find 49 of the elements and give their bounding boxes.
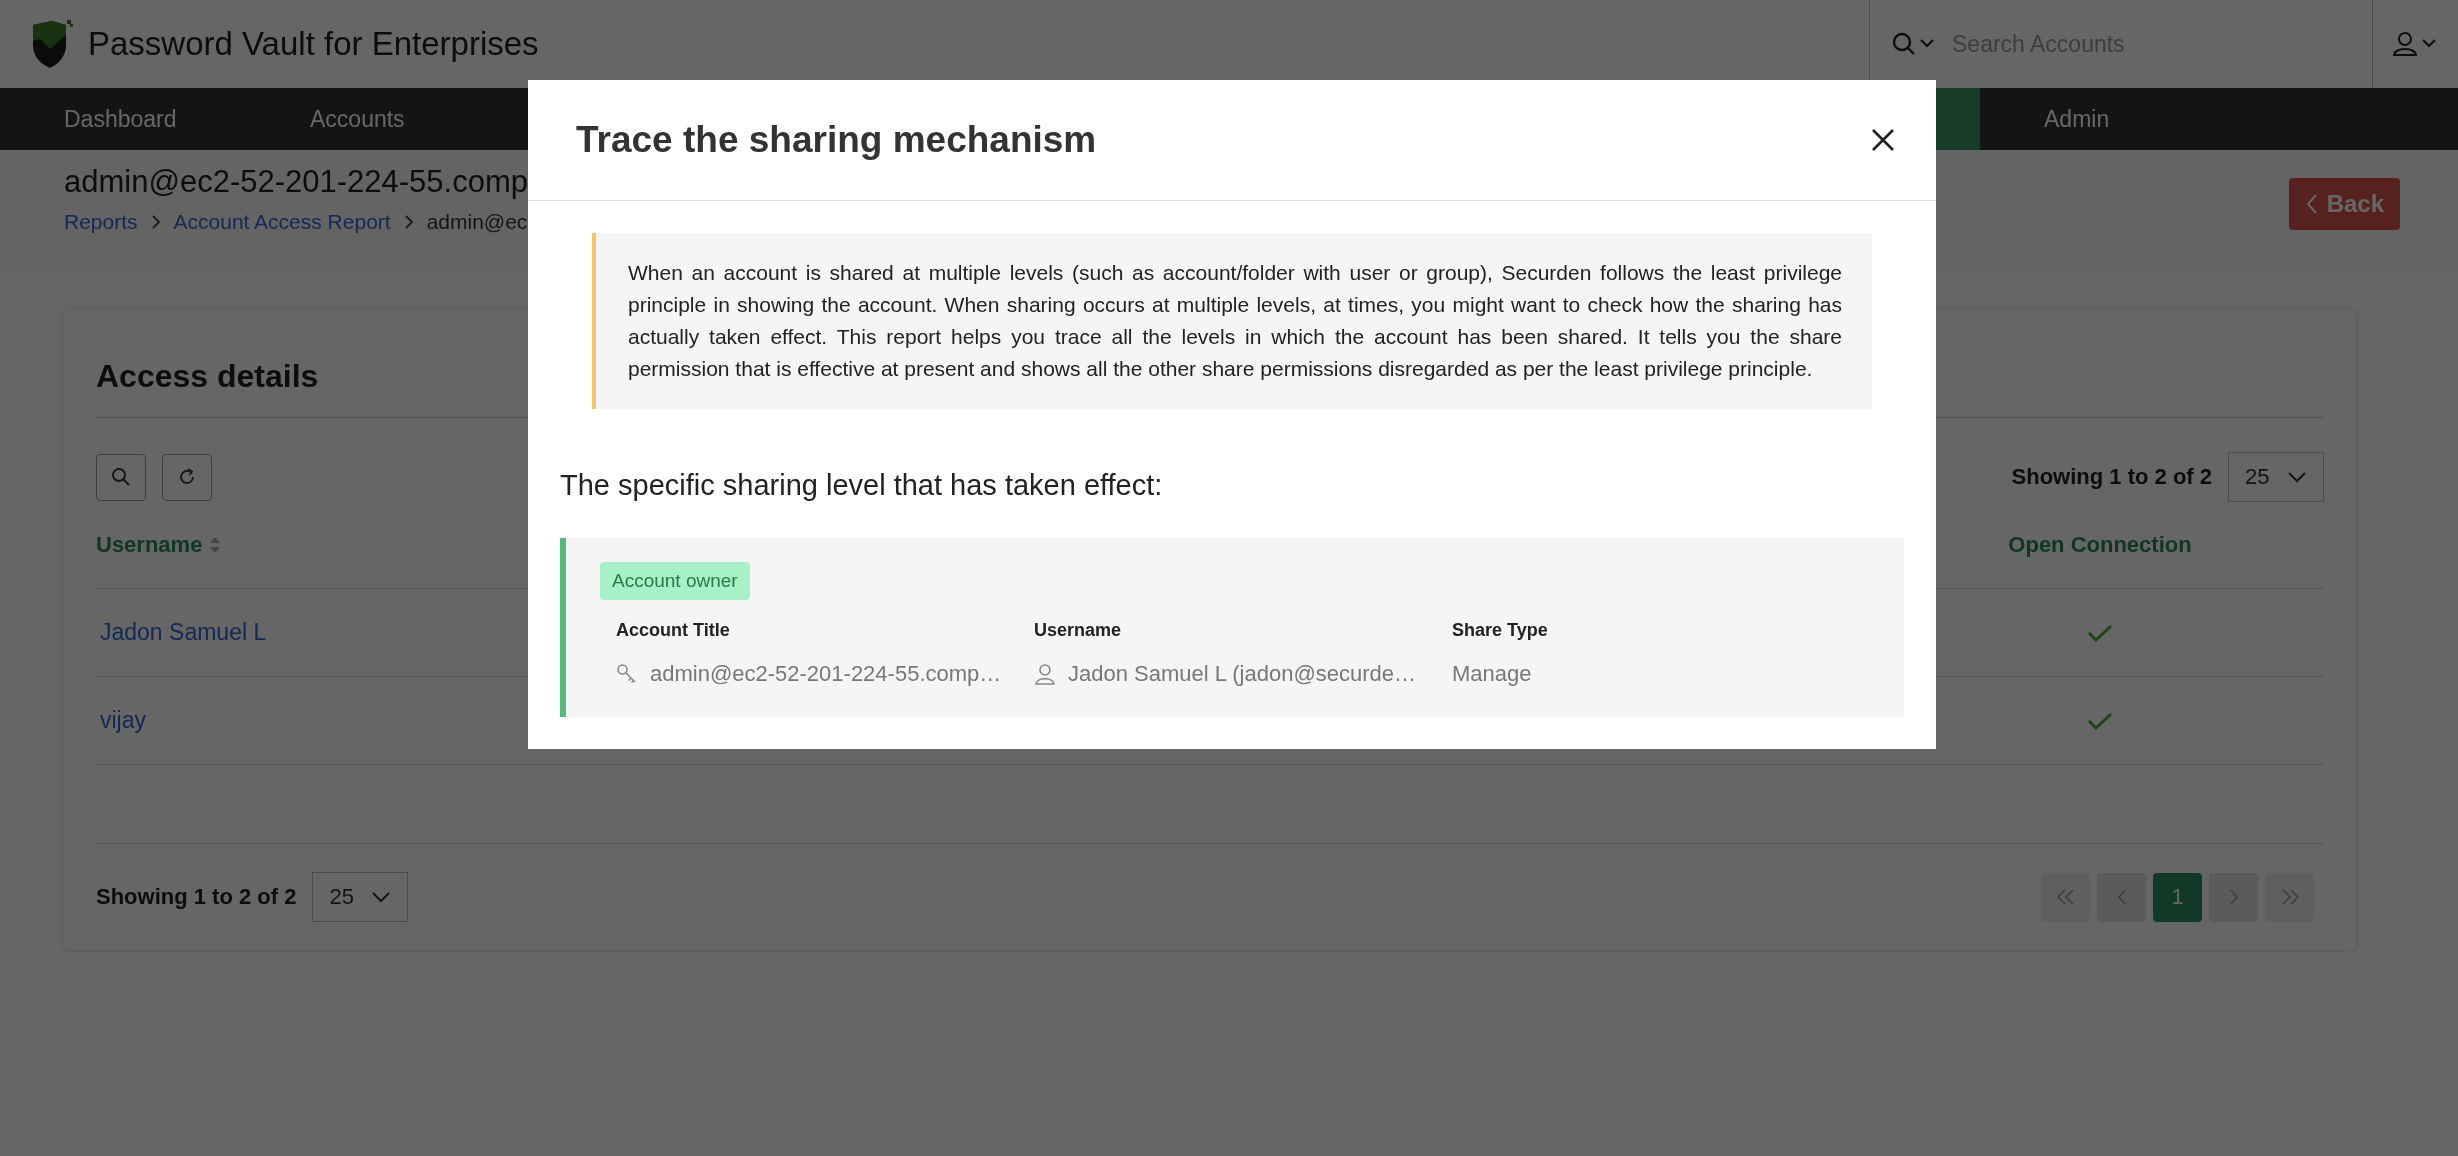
field-value: admin@ec2-52-201-224-55.comp… — [650, 661, 1002, 687]
chevron-right-icon — [2227, 888, 2240, 906]
user-icon — [1034, 663, 1056, 685]
nav-tab[interactable]: Accounts — [246, 88, 492, 150]
field-label: Account Title — [616, 620, 731, 641]
card-title: Access details — [96, 358, 319, 395]
sort-icon — [208, 535, 223, 555]
first-page-button[interactable] — [2041, 872, 2090, 922]
breadcrumb-current: admin@ec — [426, 210, 528, 234]
username-link[interactable]: vijay — [96, 707, 146, 734]
field-value: Manage — [1452, 661, 1532, 687]
chevron-right-icon — [149, 213, 162, 231]
column-header[interactable]: Open Connection — [1950, 532, 2250, 558]
double-chevron-left-icon — [2054, 888, 2077, 906]
chevron-right-icon — [402, 213, 415, 231]
chevron-left-icon — [2304, 193, 2319, 215]
chevron-down-icon — [2287, 471, 2307, 483]
field-label: Username — [1034, 620, 1123, 641]
close-icon — [1870, 127, 1896, 153]
results-summary: Showing 1 to 2 of 2 — [2011, 464, 2212, 490]
owner-badge: Account owner — [600, 562, 750, 600]
page-number-button[interactable]: 1 — [2153, 872, 2202, 922]
shield-logo-icon — [30, 19, 74, 69]
section-heading: The specific sharing level that has taken effect: — [560, 469, 1164, 502]
back-button[interactable]: Back — [2288, 178, 2400, 230]
chevron-down-icon — [371, 891, 392, 903]
page-size-select[interactable]: 25 — [2228, 452, 2324, 502]
last-page-button[interactable] — [2265, 872, 2314, 922]
username-link[interactable]: Jadon Samuel L — [96, 619, 267, 646]
nav-tab[interactable]: Admin — [1980, 88, 2226, 150]
nav-tab[interactable]: Dashboard — [0, 88, 246, 150]
chevron-left-icon — [2115, 888, 2128, 906]
key-icon — [616, 663, 638, 685]
refresh-icon — [177, 467, 197, 487]
field-label: Share Type — [1452, 620, 1549, 641]
close-button[interactable] — [1870, 127, 1896, 153]
dialog-title: Trace the sharing mechanism — [576, 119, 1097, 161]
refresh-button[interactable] — [162, 453, 212, 501]
page-title: admin@ec2-52-201-224-55.comp — [64, 164, 528, 200]
breadcrumb-link[interactable]: Account Access Report — [173, 210, 391, 234]
column-header[interactable]: Username — [96, 532, 223, 558]
search-button[interactable] — [96, 453, 146, 501]
field-value: Jadon Samuel L (jadon@securde… — [1068, 661, 1417, 687]
page-size-select[interactable]: 25 — [312, 872, 409, 922]
info-note: When an account is shared at multiple levels (such as account/folder with user or group), Securden follows the least privilege principle in showing the account. When sharing occurs at multiple levels, at times, you might want to check how the sharing has actually taken effect. This report helps you trace all the levels in which the account has been shared. It tells you the share permission that is effective at present and shows all the other share permissions disregarded as per the least privilege principle. — [592, 233, 1872, 409]
breadcrumb-link[interactable]: Reports — [64, 210, 138, 234]
search-icon — [111, 467, 131, 487]
results-summary: Showing 1 to 2 of 2 — [96, 884, 297, 910]
app-title: Password Vault for Enterprises — [88, 25, 539, 63]
